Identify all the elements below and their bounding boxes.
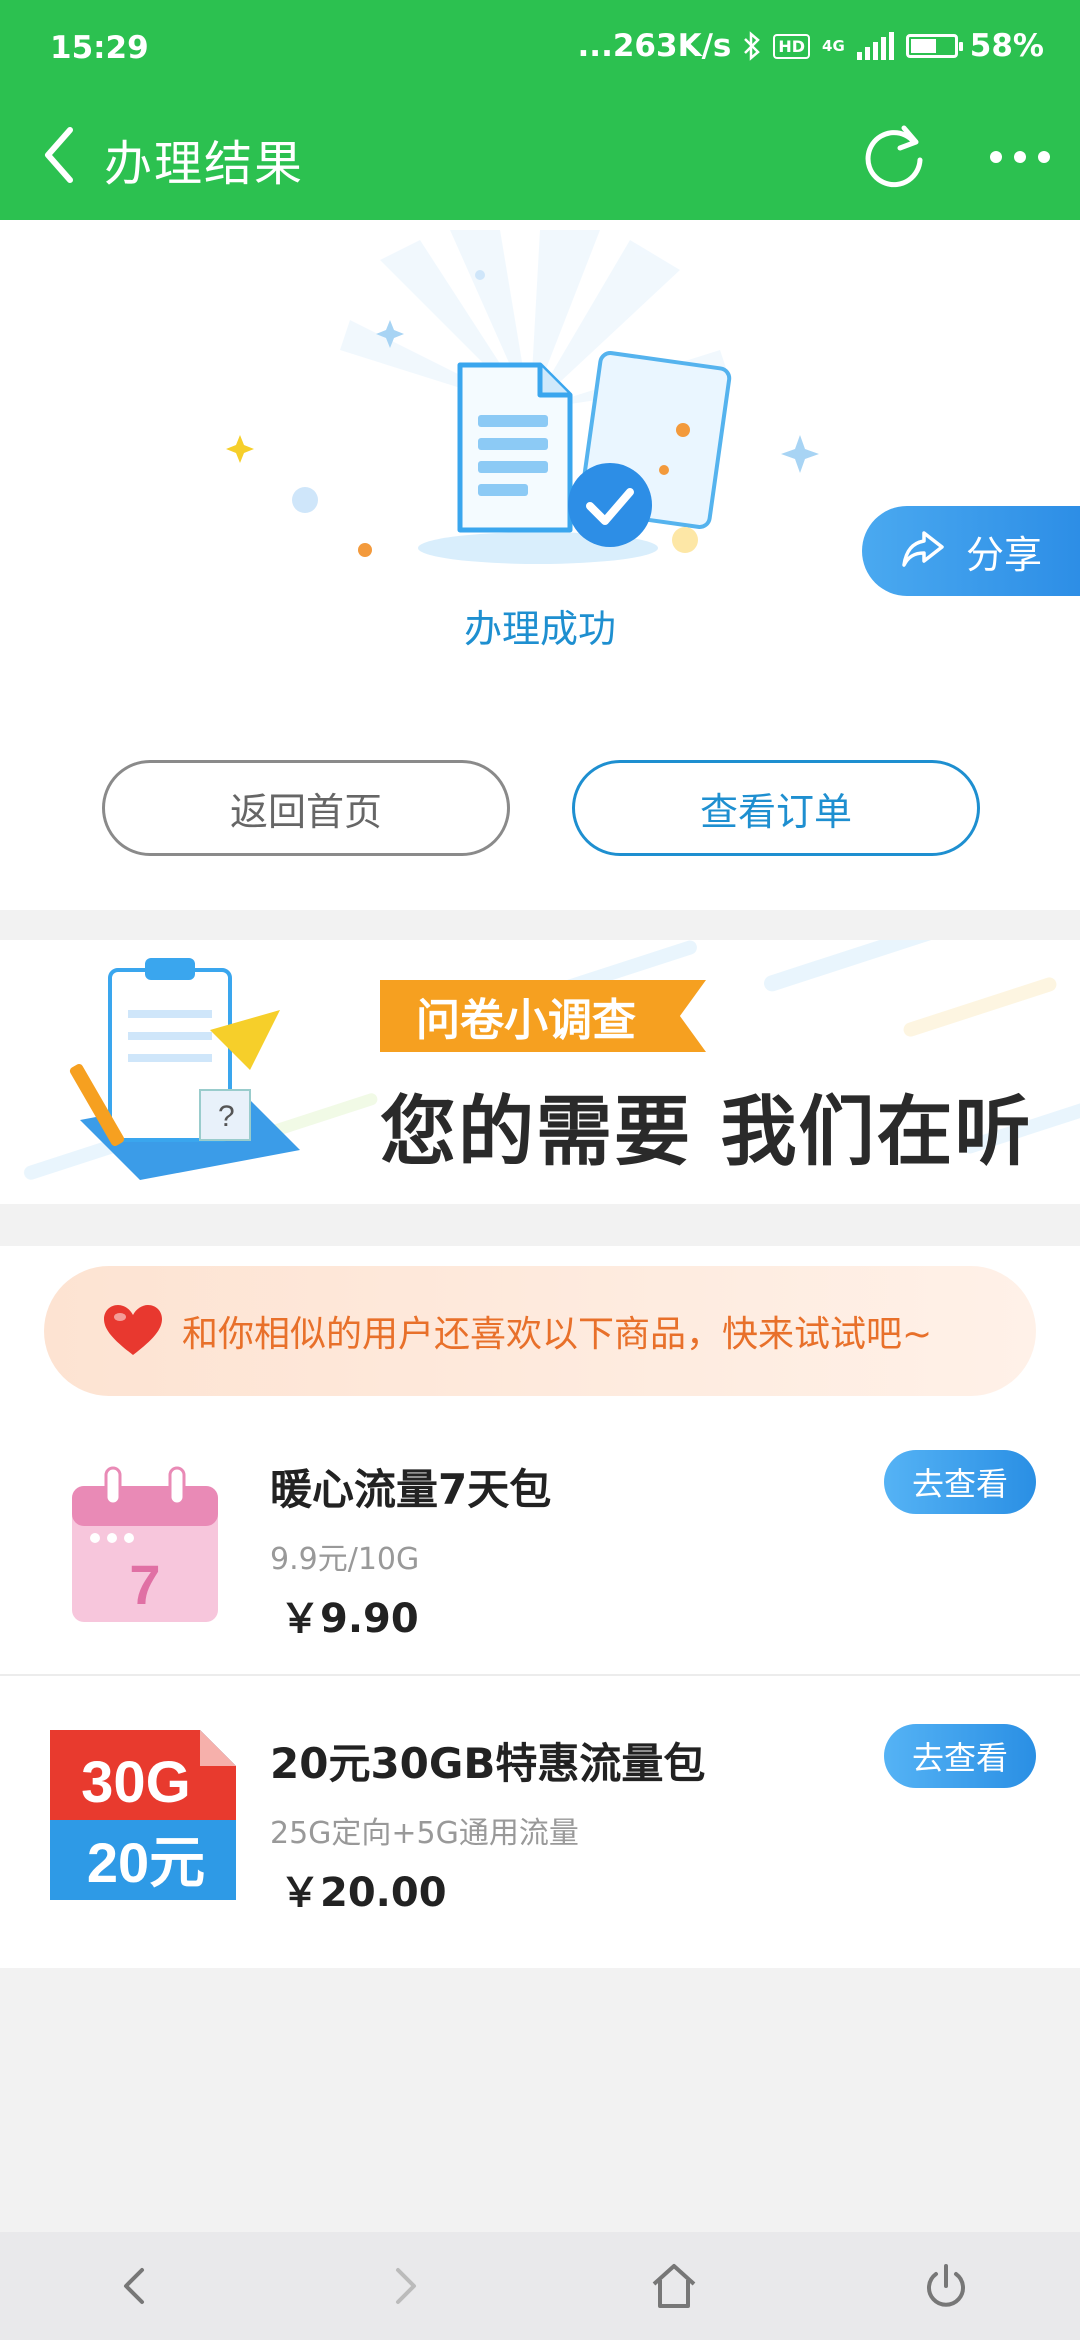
product-item[interactable]: 30G 20元 20元30GB特惠流量包 25G定向+5G通用流量 ￥20.00… xyxy=(0,1690,1080,1950)
data-package-icon: 30G 20元 xyxy=(50,1730,236,1900)
survey-tag: 问卷小调查 xyxy=(380,980,706,1052)
nav-forward-icon[interactable] xyxy=(374,2256,434,2316)
nav-power-icon[interactable] xyxy=(916,2256,976,2316)
app-header: 15:29 ...263K/s HD 4G 58% 办理结果 xyxy=(0,0,1080,220)
success-document-illustration xyxy=(226,230,819,564)
share-icon xyxy=(902,531,944,567)
product-price: ￥9.90 xyxy=(280,1596,419,1642)
svg-text:30G: 30G xyxy=(81,1750,191,1815)
recommendation-text: 和你相似的用户还喜欢以下商品，快来试试吧~ xyxy=(182,1314,933,1355)
result-section: 办理成功 分享 返回首页 查看订单 xyxy=(0,220,1080,910)
svg-text:20元: 20元 xyxy=(87,1831,205,1894)
back-home-button[interactable]: 返回首页 xyxy=(102,760,510,856)
nav-back-icon[interactable] xyxy=(106,2256,166,2316)
more-menu-icon[interactable] xyxy=(990,140,1064,174)
product-description: 9.9元/10G xyxy=(270,1542,420,1577)
survey-headline: 您的需要 我们在听 xyxy=(380,1087,1033,1176)
success-status-text: 办理成功 xyxy=(463,607,616,651)
bottom-navigation-bar xyxy=(0,2232,1080,2340)
network-speed: ...263K/s xyxy=(577,28,732,64)
signal-icon xyxy=(856,32,894,60)
hd-badge: HD xyxy=(773,33,811,59)
product-description: 25G定向+5G通用流量 xyxy=(270,1816,579,1851)
network-type: 4G xyxy=(822,36,845,55)
product-price: ￥20.00 xyxy=(280,1870,447,1916)
nav-home-icon[interactable] xyxy=(644,2256,704,2316)
page-title: 办理结果 xyxy=(104,136,305,192)
recommendation-section: 和你相似的用户还喜欢以下商品，快来试试吧~ 7 暖心流量7天包 9.9元/10G… xyxy=(0,1246,1080,1968)
refresh-icon[interactable] xyxy=(860,120,928,192)
product-name: 暖心流量7天包 xyxy=(270,1465,552,1514)
clipboard-illustration: ? xyxy=(69,958,300,1180)
status-indicators: ...263K/s HD 4G 58% xyxy=(578,28,1044,64)
view-order-button[interactable]: 查看订单 xyxy=(572,760,980,856)
heart-icon xyxy=(104,1305,162,1355)
view-product-button[interactable]: 去查看 xyxy=(884,1450,1036,1514)
battery-icon xyxy=(905,34,963,58)
share-label: 分享 xyxy=(966,532,1043,577)
toolbar: 办理结果 xyxy=(0,110,1080,200)
status-bar: 15:29 ...263K/s HD 4G 58% xyxy=(0,0,1080,96)
battery-percent: 58% xyxy=(969,28,1044,64)
svg-text:7: 7 xyxy=(129,1553,160,1616)
calendar-icon: 7 xyxy=(72,1466,218,1622)
status-time: 15:29 xyxy=(50,30,149,66)
svg-text:?: ? xyxy=(218,1100,235,1133)
back-arrow-icon[interactable] xyxy=(36,120,86,190)
product-item[interactable]: 7 暖心流量7天包 9.9元/10G ￥9.90 去查看 xyxy=(0,1416,1080,1676)
share-button[interactable]: 分享 xyxy=(862,506,1080,596)
view-product-button[interactable]: 去查看 xyxy=(884,1724,1036,1788)
battery-fill xyxy=(910,39,937,53)
survey-banner[interactable]: ? 问卷小调查 您的需要 我们在听 xyxy=(0,940,1080,1204)
recommendation-banner: 和你相似的用户还喜欢以下商品，快来试试吧~ xyxy=(44,1266,1036,1396)
product-name: 20元30GB特惠流量包 xyxy=(270,1739,706,1788)
bluetooth-icon xyxy=(744,31,761,61)
